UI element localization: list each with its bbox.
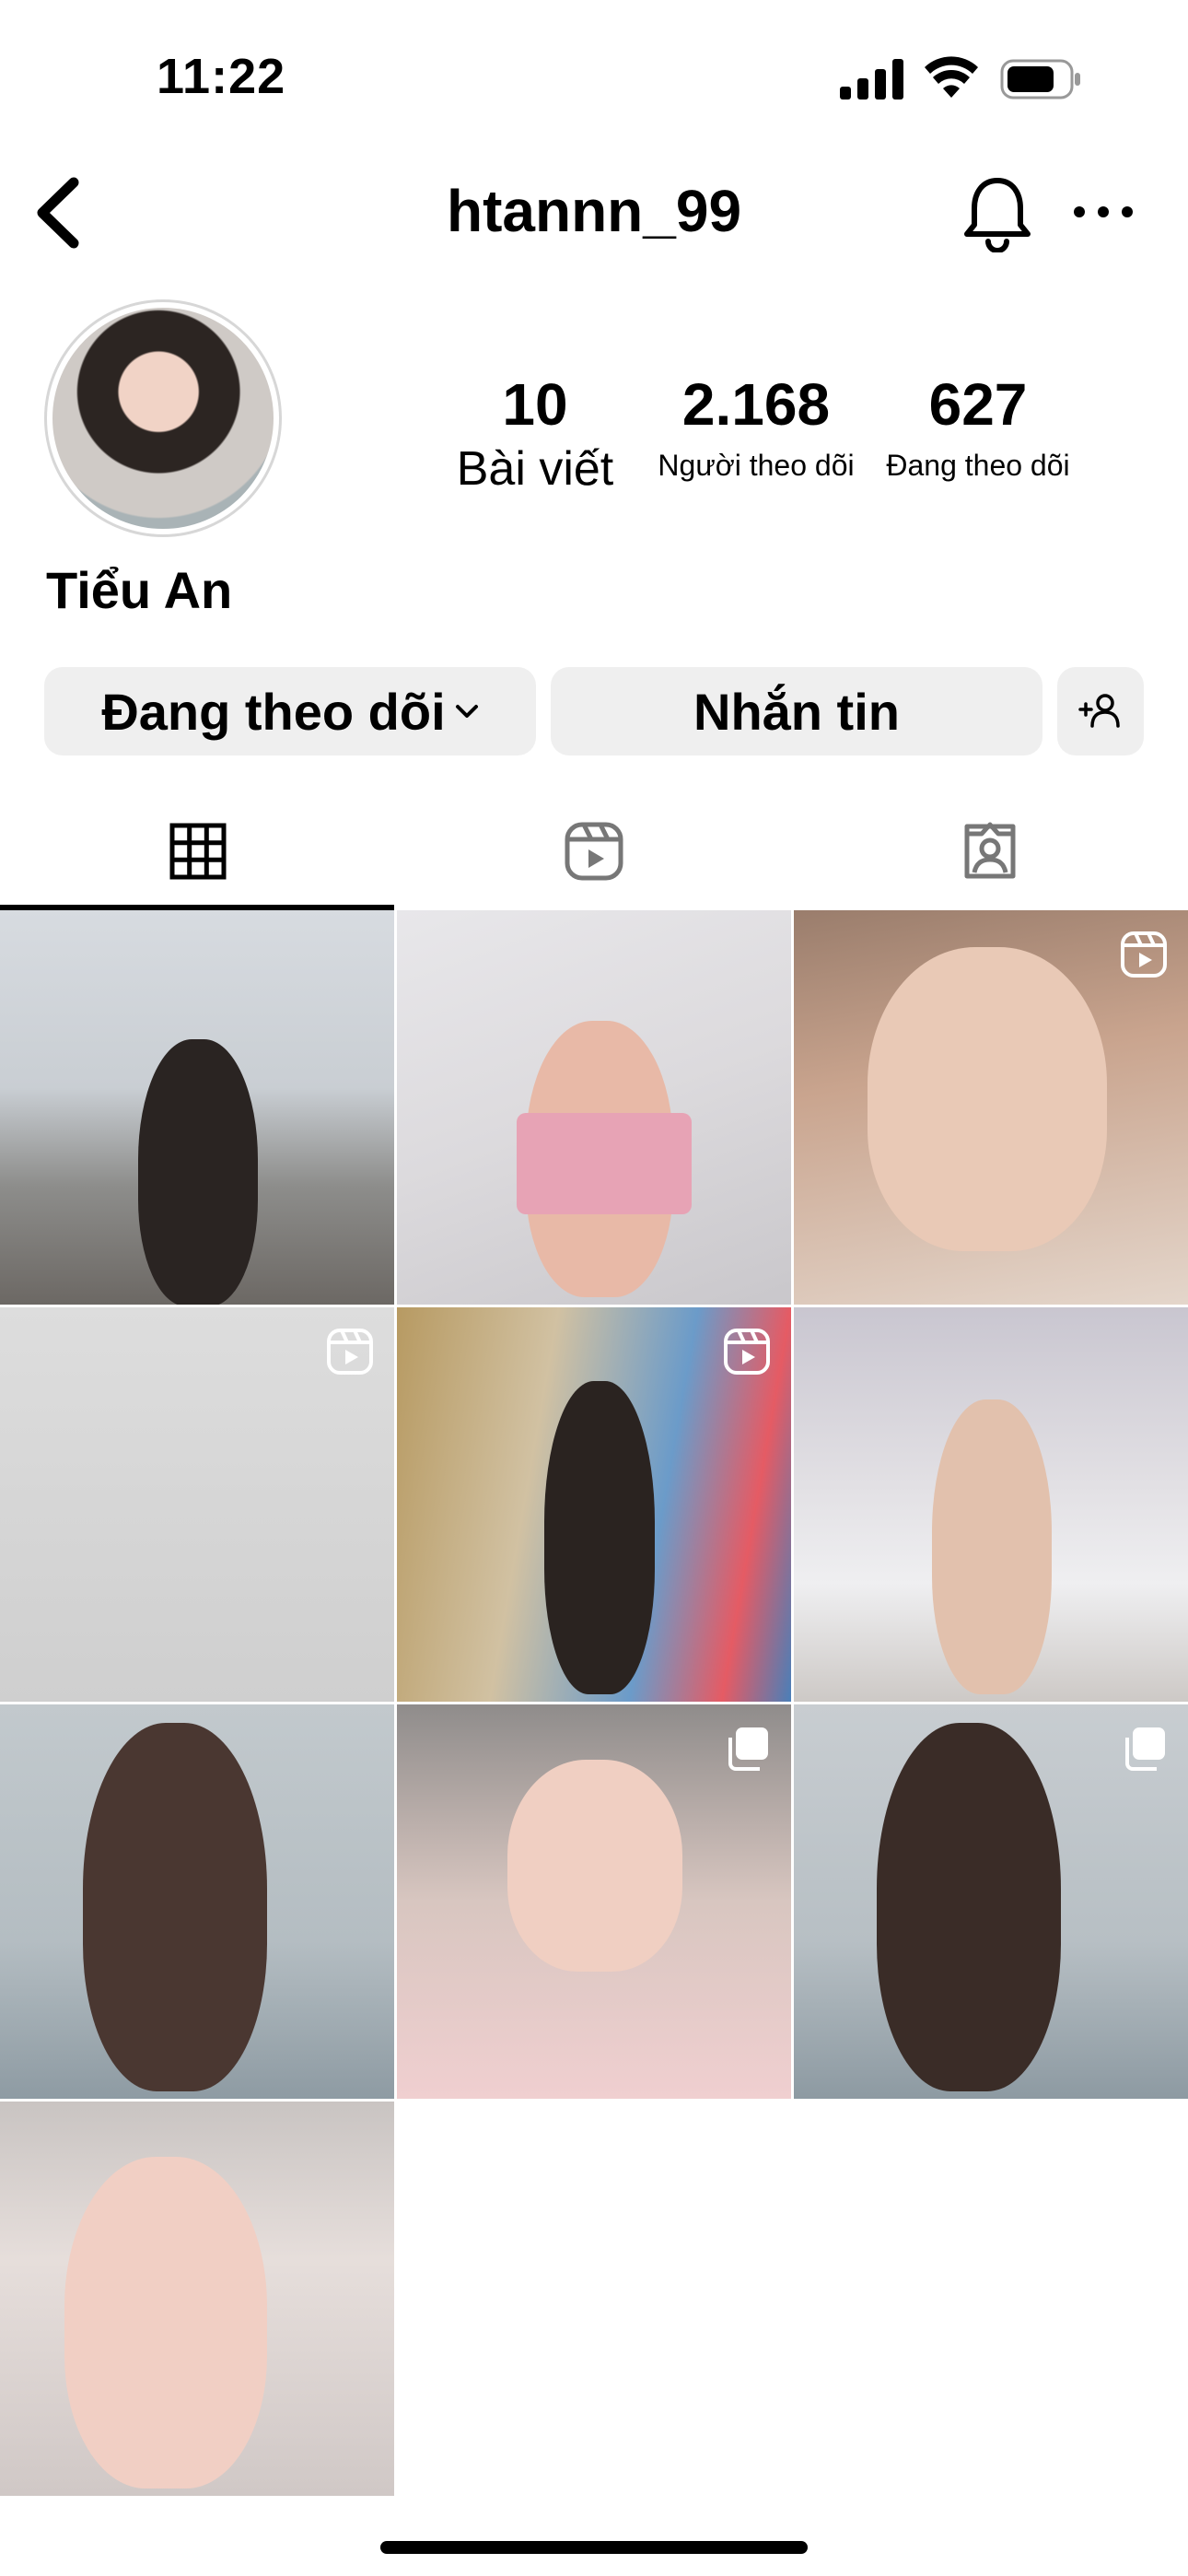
avatar-image xyxy=(52,308,274,529)
post-thumbnail[interactable] xyxy=(794,910,1188,1305)
more-options-icon[interactable] xyxy=(1068,184,1138,240)
post-thumbnail[interactable] xyxy=(794,1307,1188,1702)
notification-bell-icon[interactable] xyxy=(961,173,1033,252)
reels-icon xyxy=(565,822,623,881)
reel-badge-icon xyxy=(327,1329,373,1375)
tab-tagged[interactable] xyxy=(792,792,1188,910)
wifi-icon xyxy=(925,56,978,98)
stat-following-label: Đang theo dõi xyxy=(886,449,1070,482)
stat-posts-label: Bài viết xyxy=(456,442,614,496)
tab-reels[interactable] xyxy=(396,792,792,910)
stat-followers-label: Người theo dõi xyxy=(658,449,855,482)
chevron-down-icon xyxy=(455,705,478,718)
stat-posts[interactable]: 10 Bài viết xyxy=(433,369,637,498)
suggested-users-button[interactable] xyxy=(1057,667,1144,755)
message-button[interactable]: Nhắn tin xyxy=(551,667,1042,755)
tagged-icon xyxy=(964,822,1016,879)
reel-badge-icon xyxy=(724,1329,770,1375)
post-thumbnail[interactable] xyxy=(0,910,394,1305)
tab-posts-grid[interactable] xyxy=(0,792,396,910)
home-indicator[interactable] xyxy=(380,2541,808,2554)
profile-header: htannn_99 xyxy=(0,157,1188,267)
post-thumbnail[interactable] xyxy=(397,1307,791,1702)
post-thumbnail[interactable] xyxy=(0,1307,394,1702)
cellular-signal-icon xyxy=(840,59,903,100)
grid-icon xyxy=(169,823,227,880)
profile-full-name: Tiểu An xyxy=(46,561,233,619)
battery-icon xyxy=(1000,59,1080,100)
add-person-icon xyxy=(1078,694,1120,728)
stat-following[interactable]: 627 Đang theo dõi xyxy=(875,369,1081,490)
profile-tabs xyxy=(0,792,1188,910)
carousel-badge-icon xyxy=(728,1727,768,1771)
post-thumbnail[interactable] xyxy=(0,1704,394,2099)
carousel-badge-icon xyxy=(1125,1727,1165,1771)
message-button-label: Nhắn tin xyxy=(693,682,900,741)
stat-posts-count: 10 xyxy=(502,371,568,438)
avatar[interactable] xyxy=(44,299,282,537)
post-thumbnail[interactable] xyxy=(397,1704,791,2099)
stat-following-count: 627 xyxy=(928,371,1028,438)
stat-followers-count: 2.168 xyxy=(681,371,831,438)
post-thumbnail[interactable] xyxy=(794,1704,1188,2099)
post-thumbnail[interactable] xyxy=(397,910,791,1305)
post-thumbnail[interactable] xyxy=(0,2102,394,2496)
reel-badge-icon xyxy=(1121,931,1167,978)
following-button-label: Đang theo dõi xyxy=(101,682,446,741)
stat-followers[interactable]: 2.168 Người theo dõi xyxy=(650,369,862,490)
status-time: 11:22 xyxy=(157,49,286,104)
status-bar: 11:22 xyxy=(0,0,1188,157)
following-button[interactable]: Đang theo dõi xyxy=(44,667,536,755)
